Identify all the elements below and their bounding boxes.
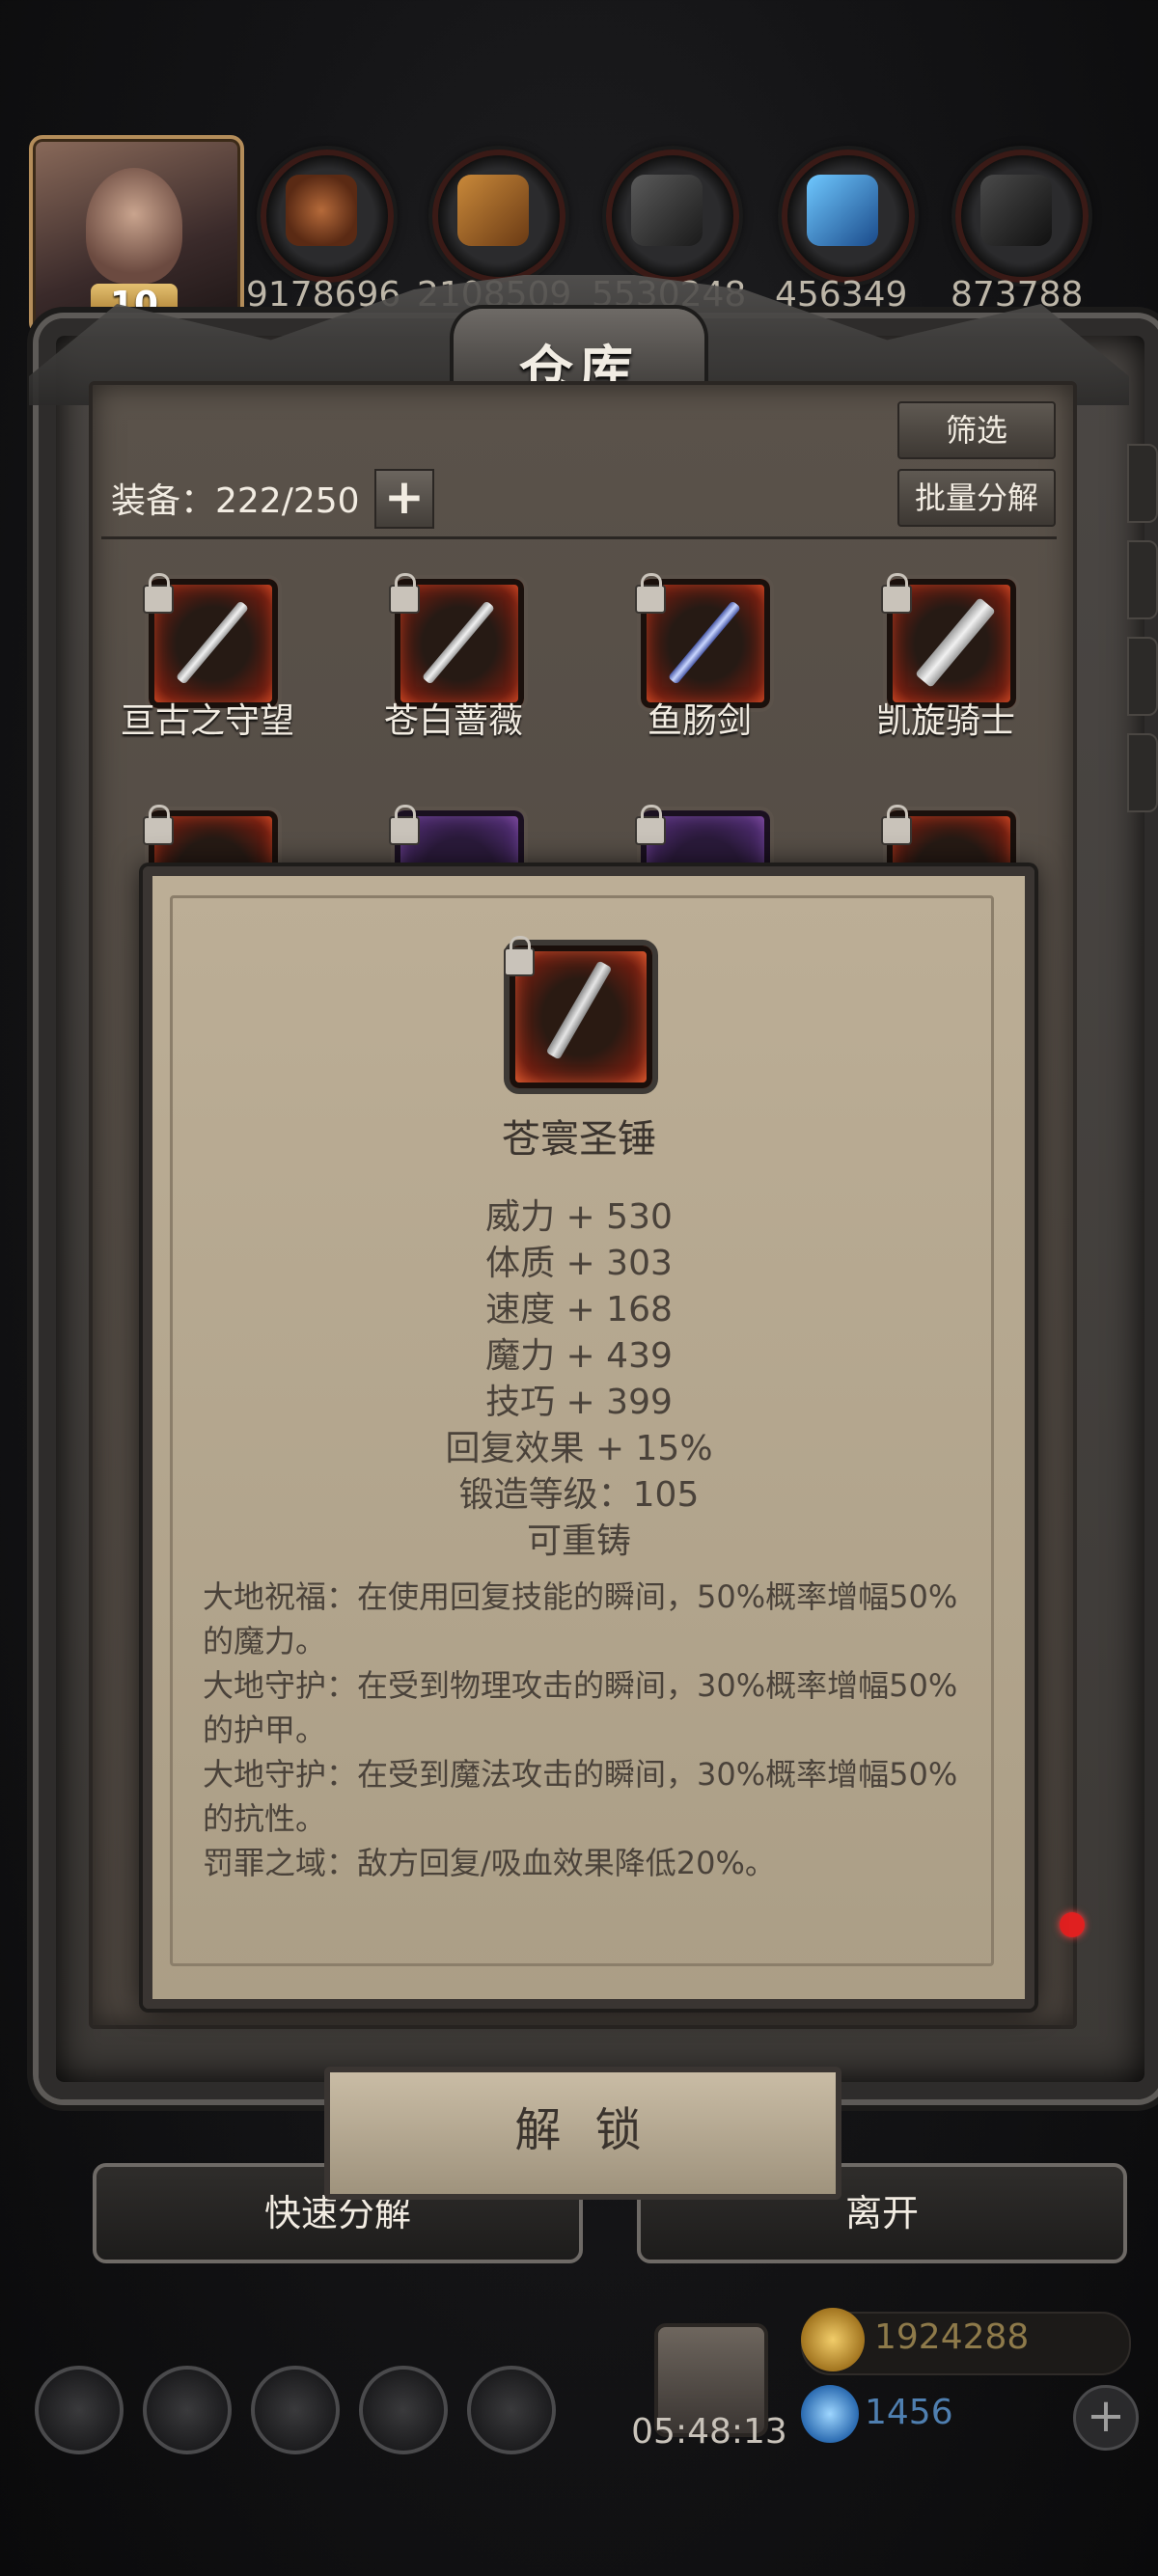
effect-line: 大地祝福：在使用回复技能的瞬间，50%概率增幅50%的魔力。: [203, 1578, 958, 1659]
lock-icon: [143, 805, 174, 845]
notification-dot: [1060, 1912, 1085, 1937]
expand-capacity-button[interactable]: +: [374, 469, 434, 529]
gold-coin-icon: [801, 2308, 865, 2371]
sword-icon: [915, 597, 996, 688]
sword-icon: [175, 600, 250, 685]
crystal-icon: [807, 175, 878, 246]
side-tab[interactable]: [1127, 733, 1158, 812]
equipment-capacity: 装备：222/250: [111, 481, 360, 521]
divider: [101, 536, 1057, 539]
stat-line: 速度 + 168: [485, 1290, 673, 1329]
lock-icon: [881, 805, 912, 845]
stat-line: 魔力 + 439: [485, 1336, 673, 1376]
gold-value: 1924288: [874, 2317, 1030, 2357]
stat-line: 技巧 + 399: [485, 1383, 673, 1422]
side-tab[interactable]: [1127, 540, 1158, 619]
mail-icon[interactable]: [359, 2366, 448, 2454]
item-name: 亘古之守望: [120, 701, 294, 741]
lock-icon: [389, 805, 420, 845]
ore-count: 873788: [951, 275, 1084, 315]
batch-decompose-button[interactable]: 批量分解: [897, 469, 1056, 527]
settings-icon[interactable]: [35, 2366, 124, 2454]
iron-icon: [631, 175, 703, 246]
side-tab[interactable]: [1127, 444, 1158, 523]
lock-icon: [635, 573, 666, 614]
stat-line: 锻造等级：105: [458, 1475, 700, 1515]
item-name: 苍白蔷薇: [383, 701, 523, 741]
ore-resource-icon[interactable]: [955, 150, 1089, 283]
lock-icon: [389, 573, 420, 614]
crystal-resource-icon[interactable]: [782, 150, 915, 283]
add-currency-button[interactable]: +: [1073, 2385, 1139, 2451]
item-title: 苍寰圣锤: [502, 1117, 656, 1162]
stat-line: 回复效果 + 15%: [445, 1429, 713, 1468]
lock-icon: [504, 936, 535, 976]
gift-timer: 05:48:13: [631, 2412, 787, 2452]
leather-icon: [286, 175, 357, 246]
effect-line: 大地守护：在受到物理攻击的瞬间，30%概率增幅50%的护甲。: [203, 1667, 958, 1748]
lock-icon: [881, 573, 912, 614]
menu-icon[interactable]: [467, 2366, 556, 2454]
iron-resource-icon[interactable]: [606, 150, 739, 283]
effect-line: 罚罪之域：敌方回复/吸血效果降低20%。: [203, 1845, 776, 1881]
gem-icon: [801, 2385, 859, 2443]
side-tab[interactable]: [1127, 637, 1158, 716]
stat-line: 威力 + 530: [485, 1197, 673, 1237]
hammer-icon: [545, 960, 613, 1060]
item-name: 鱼肠剑: [647, 701, 752, 741]
guild-icon[interactable]: [251, 2366, 340, 2454]
leather-resource-icon[interactable]: [261, 150, 394, 283]
gem-value: 1456: [865, 2393, 953, 2432]
lock-icon: [635, 805, 666, 845]
player-avatar[interactable]: 10: [29, 135, 244, 336]
stat-line: 体质 + 303: [485, 1244, 673, 1283]
filter-button[interactable]: 筛选: [897, 401, 1056, 459]
achievement-icon[interactable]: [143, 2366, 232, 2454]
item-name: 凯旋骑士: [875, 701, 1015, 741]
wood-icon: [457, 175, 529, 246]
wood-resource-icon[interactable]: [432, 150, 565, 283]
effect-line: 大地守护：在受到魔法攻击的瞬间，30%概率增幅50%的抗性。: [203, 1756, 958, 1837]
stat-line: 可重铸: [526, 1521, 631, 1561]
ore-icon: [980, 175, 1052, 246]
lock-icon: [143, 573, 174, 614]
avatar-portrait: [86, 168, 182, 284]
sword-icon: [667, 600, 742, 685]
unlock-button[interactable]: 解 锁: [324, 2067, 841, 2200]
sword-icon: [421, 600, 496, 685]
